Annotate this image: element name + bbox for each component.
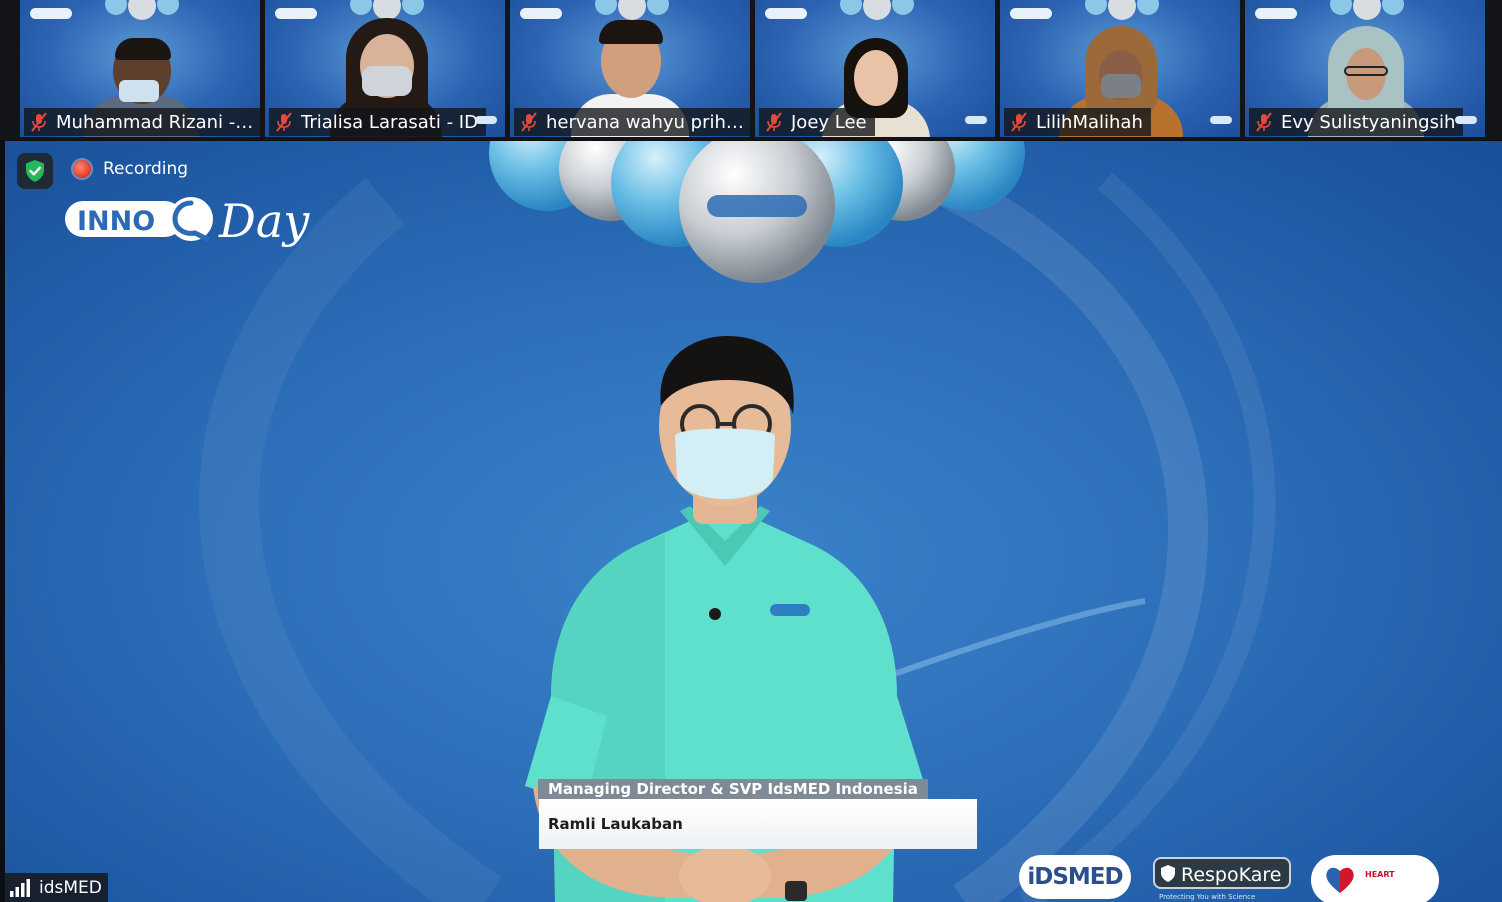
event-mini-logo	[30, 8, 72, 19]
idsmed-logo: iDSMED	[1019, 855, 1131, 899]
participant-tile[interactable]: Trialisa Larasati - ID	[265, 0, 505, 137]
heart-logo: HEART	[1311, 855, 1439, 902]
event-mini-logo	[1010, 8, 1052, 19]
participant-nameplate: Trialisa Larasati - ID	[269, 108, 486, 136]
participant-tile[interactable]: Joey Lee	[755, 0, 995, 137]
sponsor-mini-badge	[1210, 116, 1232, 124]
mic-muted-icon	[766, 112, 782, 132]
participant-nameplate: Muhammad Rizani - S...	[24, 108, 260, 136]
balloons-decoration	[489, 141, 1025, 283]
inno-day-logo: INNO Day	[65, 194, 310, 248]
participant-name: hervana wahyu prihat...	[546, 111, 746, 133]
balloons-mini	[840, 0, 914, 20]
participant-name: Joey Lee	[791, 111, 867, 133]
participant-nameplate: hervana wahyu prihat...	[514, 108, 750, 136]
recording-dot-icon	[73, 160, 91, 178]
participant-name: Muhammad Rizani - S...	[56, 111, 256, 133]
active-speaker-name: idsMED	[39, 877, 102, 898]
participant-nameplate: Joey Lee	[759, 108, 875, 136]
lower-third-caption: Managing Director & SVP IdsMED Indonesia…	[538, 779, 978, 851]
active-speaker-video[interactable]: Recording INNO Day Managing Director & S…	[5, 141, 1502, 902]
svg-text:INNO: INNO	[77, 206, 155, 237]
recording-label: Recording	[103, 159, 189, 179]
speaker-title: Managing Director & SVP IdsMED Indonesia	[538, 779, 928, 799]
active-speaker-nameplate: idsMED	[5, 873, 108, 902]
participant-tile[interactable]: Muhammad Rizani - S...	[20, 0, 260, 137]
mic-muted-icon	[521, 112, 537, 132]
event-mini-logo	[1255, 8, 1297, 19]
participant-name: Trialisa Larasati - ID	[301, 111, 478, 133]
balloons-mini	[105, 0, 179, 20]
recording-indicator[interactable]: Recording	[73, 159, 188, 179]
signal-bars-icon	[10, 878, 30, 897]
participant-nameplate: Evy Sulistyaningsih	[1249, 108, 1464, 136]
sponsor-mini-badge	[965, 116, 987, 124]
participant-tile[interactable]: hervana wahyu prihat...	[510, 0, 750, 137]
respokare-logo: RespoKare	[1153, 857, 1291, 889]
participant-name: LilihMalihah	[1036, 111, 1143, 133]
participant-tile[interactable]: LilihMalihah	[1000, 0, 1240, 137]
participant-nameplate: LilihMalihah	[1004, 108, 1151, 136]
shield-icon	[1161, 865, 1175, 882]
mic-muted-icon	[31, 112, 47, 132]
mic-muted-icon	[1256, 112, 1272, 132]
participant-gallery: Muhammad Rizani - S... Trialisa Larasati…	[0, 0, 1502, 140]
heart-icon	[1326, 867, 1354, 893]
balloons-mini	[1085, 0, 1159, 20]
balloons-mini	[1330, 0, 1404, 20]
respokare-tagline: Protecting You with Science	[1159, 893, 1256, 901]
security-badge[interactable]	[17, 153, 53, 189]
sponsor-mini-badge	[475, 116, 497, 124]
svg-text:Day: Day	[218, 194, 310, 248]
respokare-label: RespoKare	[1181, 864, 1282, 886]
speaker-name: Ramli Laukaban	[539, 799, 977, 849]
mic-muted-icon	[1011, 112, 1027, 132]
event-mini-logo	[765, 8, 807, 19]
heart-logo-tagline: HEART	[1365, 870, 1395, 879]
sponsor-logos: iDSMED RespoKare Protecting You with Sci…	[1015, 853, 1445, 902]
mic-muted-icon	[276, 112, 292, 132]
participant-tile[interactable]: Evy Sulistyaningsih	[1245, 0, 1485, 137]
participant-name: Evy Sulistyaningsih	[1281, 111, 1456, 133]
sponsor-mini-badge	[1455, 116, 1477, 124]
shield-check-icon	[26, 160, 44, 182]
